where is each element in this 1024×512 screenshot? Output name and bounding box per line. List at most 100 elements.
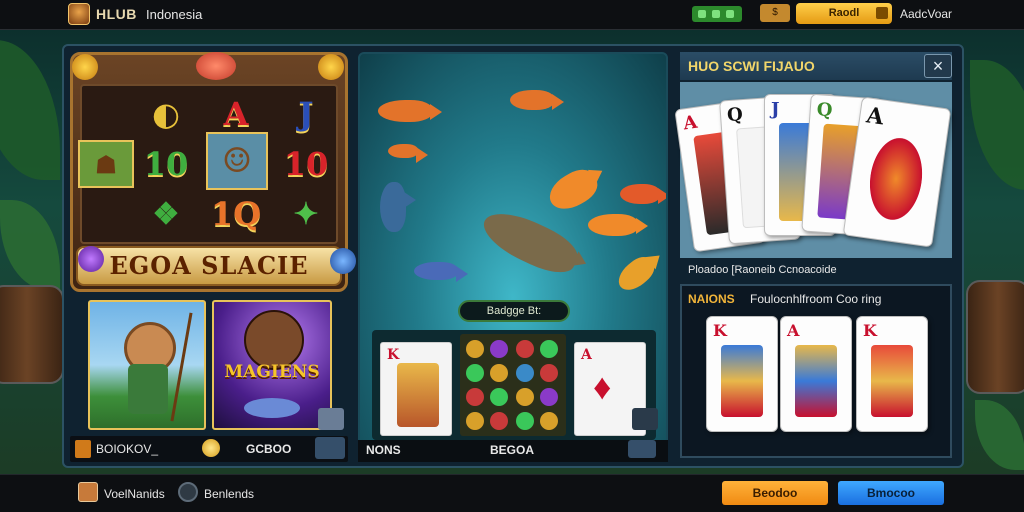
card-rank-label: K [713, 321, 727, 340]
jungle-leaf-right-2 [975, 400, 1024, 470]
treasure-barrel-right [966, 280, 1024, 394]
playing-card[interactable]: A [842, 96, 952, 248]
flower-ornament-icon [196, 52, 236, 80]
reel-symbol: 10 [283, 145, 329, 183]
fish-icon [588, 214, 648, 236]
fish-icon [388, 144, 428, 163]
gem-icon [466, 412, 484, 430]
reel-symbol: A [223, 95, 249, 133]
big-fish-icon [476, 202, 584, 282]
clock-icon[interactable] [178, 482, 198, 502]
register-link[interactable]: AadcVoar [900, 7, 952, 21]
slot-game-title: EGOA SLACIE [76, 246, 342, 286]
card-rank-label: J [771, 99, 780, 120]
coin-icon [202, 439, 220, 457]
flower-ornament-icon [78, 246, 104, 272]
reel-symbol-explorer-icon: ☺ [206, 132, 268, 190]
gem-icon [516, 388, 534, 406]
slot-play-button[interactable] [315, 437, 345, 459]
reel-symbol: 10 [143, 145, 189, 183]
region-label: Indonesia [146, 7, 203, 22]
login-button-label: Raodl [828, 7, 860, 19]
chevron-down-icon[interactable] [318, 408, 344, 430]
close-icon[interactable]: × [924, 54, 952, 78]
card-art-icon [859, 127, 933, 231]
dolphin-icon [380, 182, 416, 232]
card-game-caption: Ploadoo [Raoneib Ccnoacoide [688, 264, 837, 276]
fish-icon [378, 100, 442, 122]
card-rank-label: Q [816, 99, 834, 122]
brand-logo-icon[interactable] [68, 3, 90, 25]
reel-symbol: 1Q [210, 195, 262, 233]
fishing-game-value: BEGOA [490, 443, 535, 457]
gem-icon [540, 412, 558, 430]
slot-game-value: GCBOO [246, 442, 292, 456]
chevron-down-icon [876, 7, 888, 19]
explorer-body-icon [128, 364, 168, 414]
user-avatar-icon[interactable] [78, 482, 98, 502]
card-rank-label: Q [726, 104, 744, 127]
diamond-suit-icon: ♦ [593, 366, 612, 407]
status-dot-icon [726, 10, 734, 18]
fishing-rod-icon [170, 312, 193, 422]
thumbnail-game-title: MAGIENS [224, 362, 320, 382]
footer-clock-label[interactable]: Benlends [204, 487, 254, 501]
playing-card[interactable]: K [856, 316, 928, 432]
flower-ornament-icon [318, 54, 344, 80]
slot-game-label: BOIOKOV_ [96, 442, 159, 456]
brand-name: HLUB [96, 6, 137, 22]
card-rank-label: A [681, 111, 699, 135]
fishing-badge: Badgge Bt: [458, 300, 570, 322]
gem-icon [516, 340, 534, 358]
gem-icon [540, 340, 558, 358]
card-rank-label: A [864, 102, 886, 131]
card-rank-label: A [787, 321, 800, 340]
fishing-play-button[interactable] [628, 440, 656, 458]
card-sub-title: Foulocnhlfroom Coo ring [750, 292, 882, 306]
fish-icon [414, 262, 468, 282]
card-rank-label: K [863, 321, 877, 340]
expand-icon[interactable] [632, 408, 658, 430]
gem-icon [466, 364, 484, 382]
fish-icon [543, 163, 603, 217]
jungle-leaf-right [970, 60, 1024, 190]
footer-secondary-button[interactable]: Bmocoo [838, 481, 944, 505]
reel-symbol-gem-icon: ❖ [152, 196, 180, 232]
gem-icon [540, 364, 558, 382]
reel-symbol-fish-icon: ✦ [293, 196, 319, 232]
status-dot-icon [712, 10, 720, 18]
gem-icon [516, 412, 534, 430]
card-game-title: HUO SCWI FIJAUO [688, 58, 815, 74]
card-art-icon [397, 363, 439, 427]
treasure-barrel-left [0, 285, 64, 384]
online-status-indicator [692, 6, 742, 22]
playing-card[interactable]: A [780, 316, 852, 432]
fish-icon [510, 90, 564, 110]
footer-user-label[interactable]: VoelNanids [104, 487, 165, 501]
reel-symbol: J [298, 95, 314, 133]
gem-icon [466, 340, 484, 358]
game-badge-icon [75, 440, 91, 458]
game-thumbnail-explorer[interactable] [88, 300, 206, 430]
reel-symbol-leaf-icon: ◐ [152, 95, 180, 133]
card-art-icon [721, 345, 763, 417]
jungle-leaf-left-2 [0, 200, 60, 290]
character-portrait-icon [244, 310, 304, 370]
card-sub-title-highlight: NAIONS [688, 292, 735, 306]
gem-icon [466, 388, 484, 406]
card-art-icon [795, 345, 837, 417]
status-dot-icon [698, 10, 706, 18]
fish-icon [612, 251, 660, 297]
login-button[interactable]: Raodl [796, 3, 892, 24]
gem-grid[interactable] [460, 334, 566, 436]
flower-ornament-icon [72, 54, 98, 80]
playing-card[interactable]: K [706, 316, 778, 432]
playing-card-king[interactable]: K [380, 342, 452, 436]
fish-icon [244, 398, 300, 418]
card-rank-label: K [387, 347, 400, 363]
gem-icon [490, 388, 508, 406]
footer-primary-button[interactable]: Beodoo [722, 481, 828, 505]
gem-icon [540, 388, 558, 406]
gem-icon [516, 364, 534, 382]
coin-balance-chip[interactable]: $ [760, 4, 790, 22]
